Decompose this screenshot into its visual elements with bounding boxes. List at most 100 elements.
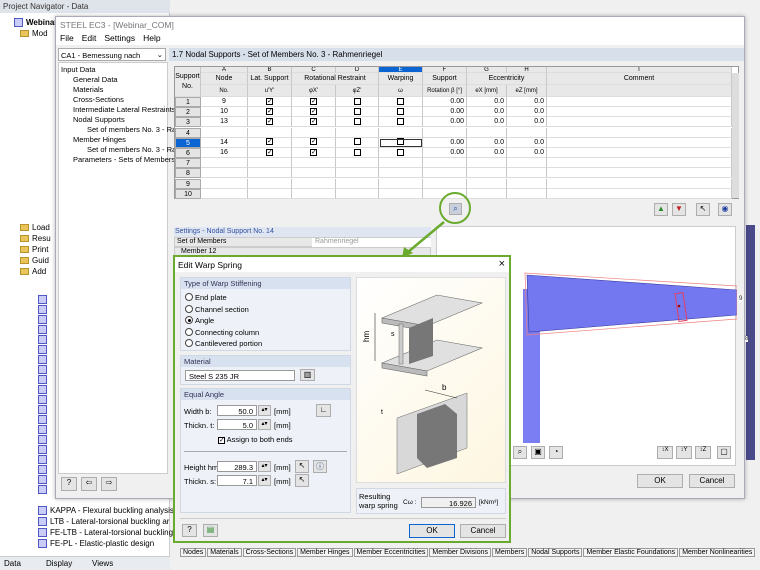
table-cell[interactable]: 0.0	[507, 107, 547, 117]
tree-root[interactable]: Webinar	[14, 17, 57, 28]
table-cell[interactable]	[336, 179, 379, 189]
table-cell[interactable]	[547, 128, 732, 138]
checkbox-checked[interactable]: ✓	[266, 108, 273, 115]
tree-item-results[interactable]: Resu	[20, 233, 51, 244]
nodal-supports-table[interactable]: SupportNo.ABCDEFGHINodeLat. SupportRotat…	[174, 66, 739, 199]
table-cell[interactable]: 0.0	[507, 148, 547, 158]
table-cell[interactable]: 14	[201, 138, 248, 148]
ok-button[interactable]: OK	[637, 474, 683, 488]
table-cell[interactable]	[201, 128, 248, 138]
table-cell[interactable]: 0.00	[423, 117, 467, 127]
tree-item[interactable]: Set of members No. 3 - Ral	[87, 145, 178, 154]
row-header[interactable]: 10	[175, 189, 201, 199]
checkbox-cell[interactable]	[379, 138, 423, 148]
height-spinner[interactable]: ▴▾	[258, 461, 271, 472]
table-cell[interactable]	[292, 168, 336, 178]
section-button[interactable]: ∟	[316, 404, 331, 417]
checkbox-cell[interactable]: ✓	[248, 138, 292, 148]
checkbox-checked[interactable]: ✓	[310, 118, 317, 125]
table-cell[interactable]	[507, 128, 547, 138]
radio-cantilevered-portion[interactable]: Cantilevered portion	[185, 339, 262, 348]
tree-item[interactable]: Member Hinges	[73, 135, 126, 144]
table-cell[interactable]: 0.00	[423, 148, 467, 158]
menu-file[interactable]: File	[56, 31, 78, 45]
table-cell[interactable]	[547, 158, 732, 168]
table-cell[interactable]	[467, 158, 507, 168]
checkbox-unchecked[interactable]	[397, 149, 404, 156]
iso-view-button[interactable]: ▢	[717, 446, 731, 459]
table-cell[interactable]	[292, 158, 336, 168]
table-cell[interactable]	[292, 179, 336, 189]
pick-height-button[interactable]: ↖	[295, 460, 309, 473]
checkbox-cell[interactable]	[336, 107, 379, 117]
table-cell[interactable]: 0.00	[423, 97, 467, 107]
assign-both-ends-checkbox[interactable]: ✓ Assign to both ends	[218, 435, 293, 444]
checkbox-cell[interactable]: ✓	[292, 97, 336, 107]
tab-nodal-supports[interactable]: Nodal Supports	[528, 548, 582, 557]
table-cell[interactable]	[248, 158, 292, 168]
load-case-select[interactable]: CA1 - Bemessung nach Eurococ⌄	[58, 48, 166, 61]
table-cell[interactable]	[379, 128, 423, 138]
tab-nodes[interactable]: Nodes	[180, 548, 206, 557]
checkbox-cell[interactable]	[379, 107, 423, 117]
tab-materials[interactable]: Materials	[207, 548, 241, 557]
tree-item-loads[interactable]: Load	[20, 222, 50, 233]
tab-members[interactable]: Members	[492, 548, 527, 557]
thickness-s-input[interactable]: 7.1	[217, 475, 257, 486]
checkbox-cell[interactable]	[336, 117, 379, 127]
pick-button[interactable]: ↖	[696, 203, 710, 216]
table-cell[interactable]	[201, 189, 248, 199]
dialog-cancel-button[interactable]: Cancel	[460, 524, 506, 538]
table-cell[interactable]	[547, 179, 732, 189]
tree-item[interactable]: Input Data	[61, 65, 96, 74]
pick-thickness-button[interactable]: ↖	[295, 474, 309, 487]
dialog-ok-button[interactable]: OK	[409, 524, 455, 538]
tab-cross-sections[interactable]: Cross-Sections	[243, 548, 296, 557]
table-cell[interactable]	[423, 158, 467, 168]
row-header[interactable]: 4	[175, 128, 201, 138]
next-button[interactable]: ⇨	[101, 477, 117, 491]
material-field[interactable]: Steel S 235 JR	[185, 370, 295, 381]
table-cell[interactable]	[201, 158, 248, 168]
checkbox-cell[interactable]: ✓	[292, 107, 336, 117]
checkbox-checked[interactable]: ✓	[266, 98, 273, 105]
checkbox-cell[interactable]	[336, 138, 379, 148]
addon-kappa[interactable]: KAPPA - Flexural buckling analysis	[38, 505, 174, 516]
previous-button[interactable]: ⇦	[81, 477, 97, 491]
table-cell[interactable]: 0.0	[467, 107, 507, 117]
table-cell[interactable]	[248, 179, 292, 189]
table-cell[interactable]	[423, 179, 467, 189]
radio-channel-section[interactable]: Channel section	[185, 305, 249, 314]
checkbox-unchecked[interactable]	[397, 108, 404, 115]
table-cell[interactable]: 0.0	[507, 97, 547, 107]
tree-item-model[interactable]: Mod	[20, 28, 48, 39]
row-header[interactable]: 5	[175, 138, 201, 148]
checkbox-cell[interactable]	[379, 117, 423, 127]
table-cell[interactable]	[423, 168, 467, 178]
checkbox-cell[interactable]: ✓	[292, 138, 336, 148]
radio-end-plate[interactable]: End plate	[185, 293, 227, 302]
render-button[interactable]: ◔	[549, 446, 563, 459]
checkbox-cell[interactable]	[336, 97, 379, 107]
checkbox-cell[interactable]: ✓	[248, 117, 292, 127]
table-cell[interactable]	[547, 148, 732, 158]
table-cell[interactable]: 0.0	[507, 117, 547, 127]
table-cell[interactable]: 0.0	[507, 138, 547, 148]
tree-item-guide[interactable]: Guid	[20, 255, 49, 266]
table-cell[interactable]	[467, 179, 507, 189]
table-cell[interactable]	[336, 168, 379, 178]
checkbox-checked[interactable]: ✓	[310, 98, 317, 105]
checkbox-cell[interactable]: ✓	[292, 148, 336, 158]
table-cell[interactable]	[201, 179, 248, 189]
module-tree-item[interactable]	[38, 484, 50, 495]
table-cell[interactable]	[336, 189, 379, 199]
thickness-s-spinner[interactable]: ▴▾	[258, 475, 271, 486]
table-cell[interactable]	[507, 168, 547, 178]
tree-item[interactable]: Intermediate Lateral Restraints	[73, 105, 176, 114]
table-cell[interactable]	[547, 117, 732, 127]
radio-angle[interactable]: Angle	[185, 316, 214, 325]
table-cell[interactable]	[336, 128, 379, 138]
checkbox-unchecked[interactable]	[354, 98, 361, 105]
row-header[interactable]: 8	[175, 168, 201, 178]
table-cell[interactable]	[292, 128, 336, 138]
